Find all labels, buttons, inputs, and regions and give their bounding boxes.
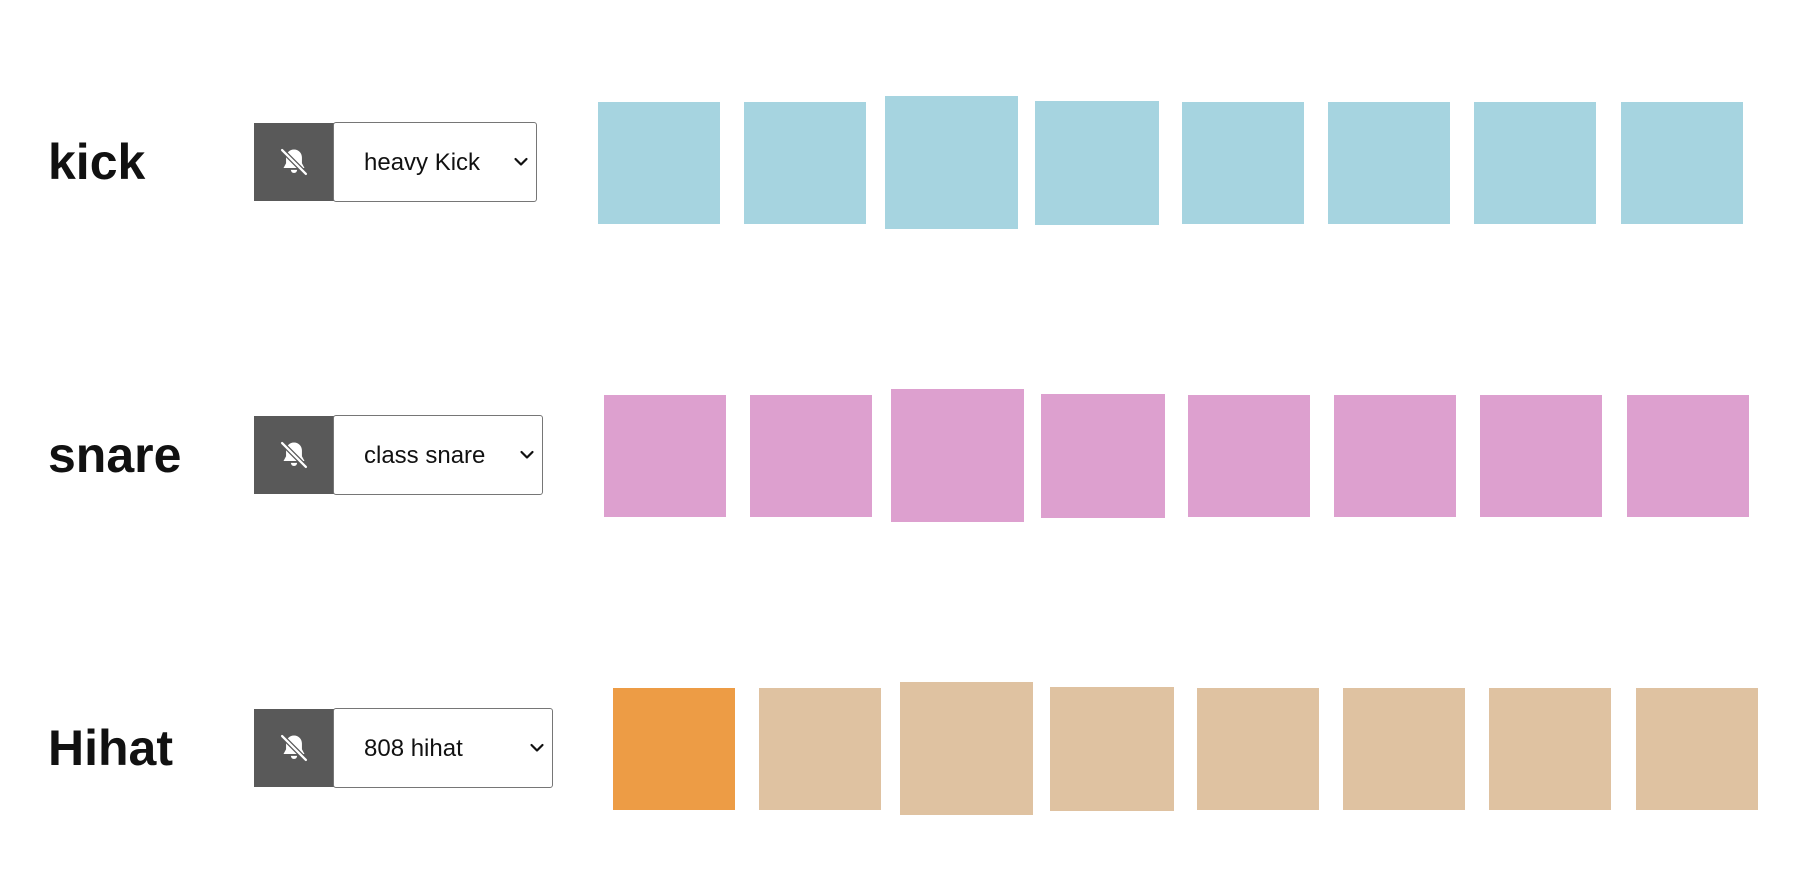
bell-slash-icon [279,147,309,177]
step-pad[interactable] [1636,688,1758,810]
step-pad[interactable] [885,96,1018,229]
step-pad[interactable] [598,102,720,224]
step-pad[interactable] [604,395,726,517]
step-pad[interactable] [1480,395,1602,517]
step-pad[interactable] [1627,395,1749,517]
step-pad[interactable] [1489,688,1611,810]
step-pad[interactable] [1041,394,1165,518]
step-pad[interactable] [1334,395,1456,517]
track-name: Hihat [48,720,173,776]
bell-slash-icon [279,440,309,470]
mute-button[interactable] [254,416,334,494]
bell-slash-icon [279,733,309,763]
step-pad[interactable] [1328,102,1450,224]
sample-select[interactable]: class snare [333,415,543,495]
step-pad[interactable] [759,688,881,810]
step-pad[interactable] [1188,395,1310,517]
step-pad-active[interactable] [613,688,735,810]
step-pad[interactable] [891,389,1024,522]
step-pad[interactable] [1182,102,1304,224]
step-pad[interactable] [1621,102,1743,224]
track-name: kick [48,134,146,190]
step-pad[interactable] [1035,101,1159,225]
mute-button[interactable] [254,709,334,787]
step-pad[interactable] [1050,687,1174,811]
sample-select[interactable]: heavy Kick [333,122,537,202]
track-hihat: Hihat 808 hihat [0,678,1796,818]
track-name: snare [48,427,182,483]
sample-select[interactable]: 808 hihat [333,708,553,788]
track-snare: snare class snare [0,385,1796,525]
step-pad[interactable] [900,682,1033,815]
step-pad[interactable] [1197,688,1319,810]
step-pad[interactable] [744,102,866,224]
step-pad[interactable] [1343,688,1465,810]
mute-button[interactable] [254,123,334,201]
track-kick: kick heavy Kick [0,92,1796,232]
step-pad[interactable] [1474,102,1596,224]
step-pad[interactable] [750,395,872,517]
